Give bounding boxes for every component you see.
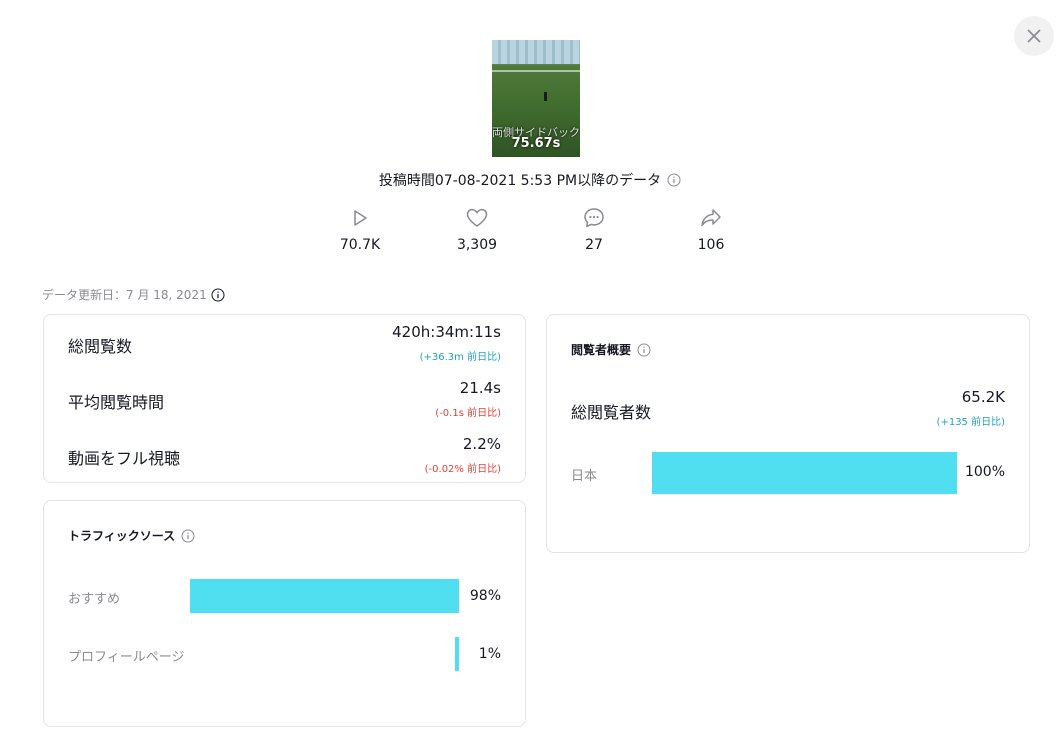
total-viewers-value: 65.2K: [961, 388, 1005, 406]
traffic-source-title: トラフィックソース: [68, 527, 195, 544]
region-bar-japan: [652, 452, 957, 494]
traffic-source-card: トラフィックソース おすすめ 98% プロフィールページ 1%: [43, 500, 526, 727]
region-label-japan: 日本: [571, 469, 598, 484]
thumbnail-stands: [492, 40, 580, 64]
play-icon: [320, 206, 400, 230]
video-thumbnail[interactable]: 両側サイドバックでチャンスメーカー 75.67s: [492, 40, 580, 157]
traffic-bar-recommended: [190, 579, 459, 613]
comments-count: 27: [585, 237, 603, 253]
traffic-percent-recommended: 98%: [469, 588, 501, 604]
metric-total-watch-delta: (+36.3m 前日比): [419, 352, 501, 363]
metric-total-watch-label: 総閲覧数: [68, 337, 133, 356]
stat-views: 70.7K: [320, 206, 400, 253]
data-updated-text: データ更新日：7 月 18, 2021: [42, 288, 207, 302]
heart-icon: [437, 206, 517, 230]
likes-count: 3,309: [456, 237, 498, 253]
metric-avg-watch-delta: (-0.1s 前日比): [435, 408, 501, 419]
data-updated-date: データ更新日：7 月 18, 2021: [42, 286, 225, 303]
video-duration: 75.67s: [511, 136, 561, 151]
metrics-card: 総閲覧数 420h:34m:11s (+36.3m 前日比) 平均閲覧時間 21…: [43, 314, 526, 483]
stat-shares: 106: [671, 206, 751, 253]
share-icon: [671, 206, 751, 230]
traffic-bar-profile: [455, 637, 459, 671]
viewers-overview-title-text: 閲覧者概要: [571, 343, 632, 357]
info-icon[interactable]: [181, 529, 195, 543]
views-count: 70.7K: [339, 237, 381, 253]
traffic-source-title-text: トラフィックソース: [68, 529, 176, 543]
posted-time-text: 投稿時間07-08-2021 5:53 PM以降のデータ: [378, 173, 662, 189]
stat-likes: 3,309: [437, 206, 517, 253]
metric-full-watch-value: 2.2%: [462, 435, 501, 453]
close-button[interactable]: [1014, 16, 1054, 56]
viewers-overview-title: 閲覧者概要: [571, 341, 651, 358]
metric-avg-watch-value: 21.4s: [459, 379, 501, 397]
traffic-label-profile: プロフィールページ: [68, 650, 185, 665]
comment-icon: [554, 206, 634, 230]
info-icon[interactable]: [211, 288, 225, 302]
thumbnail-field-line: [492, 70, 580, 72]
viewers-overview-card: 閲覧者概要 総閲覧者数 65.2K (+135 前日比) 日本 100%: [546, 314, 1030, 553]
region-percent-japan: 100%: [964, 464, 1005, 480]
info-icon[interactable]: [637, 343, 651, 357]
close-icon: [1027, 29, 1041, 43]
metric-full-watch-delta: (-0.02% 前日比): [424, 464, 501, 475]
thumbnail-player: [544, 92, 547, 101]
info-icon[interactable]: [667, 173, 681, 191]
stat-comments: 27: [554, 206, 634, 253]
metric-avg-watch-label: 平均閲覧時間: [68, 393, 165, 412]
total-viewers-label: 総閲覧者数: [571, 403, 652, 422]
shares-count: 106: [697, 237, 725, 253]
total-viewers-delta: (+135 前日比): [936, 417, 1005, 428]
metric-total-watch-value: 420h:34m:11s: [392, 323, 501, 341]
metric-full-watch-label: 動画をフル視聴: [68, 449, 181, 468]
posted-time: 投稿時間07-08-2021 5:53 PM以降のデータ: [300, 170, 760, 191]
traffic-percent-profile: 1%: [478, 646, 501, 662]
traffic-label-recommended: おすすめ: [68, 592, 121, 607]
